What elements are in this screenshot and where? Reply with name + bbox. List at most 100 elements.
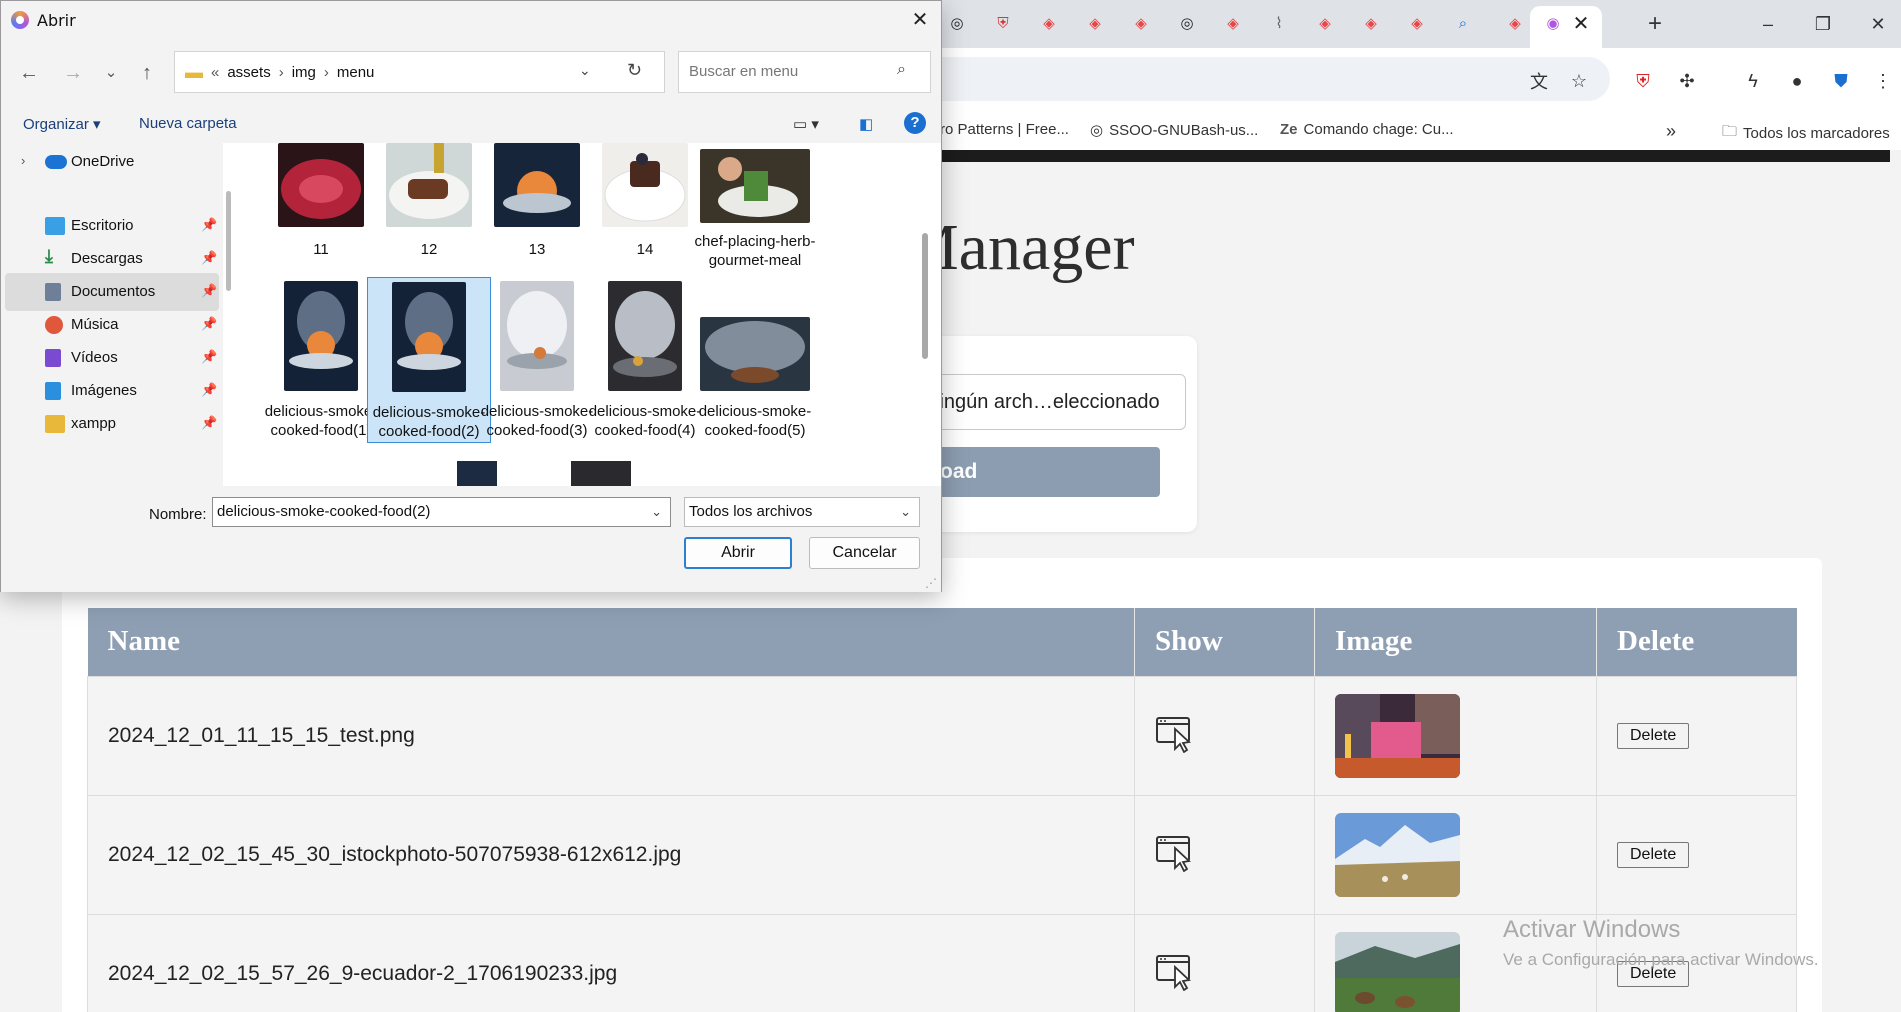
- recent-locations-icon[interactable]: ⌄: [97, 59, 125, 87]
- delete-button[interactable]: Delete: [1617, 842, 1690, 868]
- file-thumbnail: [602, 143, 688, 227]
- show-icon[interactable]: [1155, 713, 1195, 753]
- file-item[interactable]: 11: [259, 143, 383, 259]
- file-type-select[interactable]: Todos los archivos ⌄: [684, 497, 920, 527]
- extension-shield-icon[interactable]: ⛨: [1630, 68, 1656, 94]
- watermark-title: Activar Windows: [1503, 916, 1681, 943]
- shield-tab-icon[interactable]: ⛨: [992, 12, 1014, 34]
- minimize-icon[interactable]: –: [1753, 10, 1783, 38]
- close-tab-icon[interactable]: ✕: [1570, 12, 1592, 35]
- navigation-scrollbar[interactable]: [226, 191, 231, 291]
- column-header-show: Show: [1134, 608, 1315, 676]
- thumbnail-image: [1335, 693, 1460, 778]
- bitwarden-icon[interactable]: ⛊: [1828, 68, 1854, 94]
- new-tab-icon[interactable]: +: [1640, 10, 1670, 38]
- chevron-down-icon[interactable]: ⌄: [900, 498, 911, 526]
- file-thumbnail: [700, 317, 810, 391]
- column-header-delete: Delete: [1596, 608, 1797, 676]
- file-item[interactable]: delicious-smoke-cooked-food(4): [583, 281, 707, 440]
- delete-cell: Delete: [1596, 675, 1797, 796]
- file-item[interactable]: delicious-smoke-cooked-food(2): [367, 277, 491, 443]
- address-bar[interactable]: [900, 57, 1610, 101]
- file-item[interactable]: 13: [475, 143, 599, 259]
- file-item[interactable]: delicious-smoke-cooked-food(1): [259, 281, 383, 440]
- pulse-tab-icon[interactable]: ⌇: [1268, 12, 1290, 34]
- menu-icon[interactable]: ⋮: [1870, 68, 1896, 94]
- view-options-icon[interactable]: ▭ ▾: [793, 115, 819, 133]
- show-icon[interactable]: [1155, 951, 1195, 991]
- laravel-tab-icon[interactable]: ◈: [1406, 12, 1428, 34]
- close-icon[interactable]: ✕: [905, 5, 935, 35]
- forward-icon[interactable]: →: [59, 59, 87, 87]
- show-cell: [1134, 675, 1315, 796]
- help-icon[interactable]: ?: [904, 112, 926, 134]
- globe-icon[interactable]: ◎: [946, 12, 968, 34]
- profile-icon[interactable]: ●: [1784, 68, 1810, 94]
- laravel-tab-icon[interactable]: ◈: [1360, 12, 1382, 34]
- back-icon[interactable]: ←: [15, 59, 43, 87]
- show-icon[interactable]: [1155, 832, 1195, 872]
- breadcrumb-item[interactable]: img: [292, 64, 316, 81]
- file-list-scrollbar[interactable]: [922, 233, 928, 359]
- active-tab[interactable]: ◉ ✕: [1530, 6, 1602, 48]
- laravel-tab-icon[interactable]: ◈: [1222, 12, 1244, 34]
- address-breadcrumb[interactable]: ▬ « assets › img › menu ⌄ ↻: [174, 51, 665, 93]
- file-input[interactable]: Ningún arch…eleccionado: [900, 374, 1186, 430]
- up-folder-icon[interactable]: ↑: [133, 59, 161, 87]
- star-icon[interactable]: ☆: [1566, 68, 1592, 94]
- window-close-icon[interactable]: ✕: [1863, 10, 1893, 38]
- file-thumbnail-partial[interactable]: [571, 461, 631, 486]
- file-item[interactable]: delicious-smoke-cooked-food(5): [693, 281, 817, 440]
- watermark-subtitle: Ve a Configuración para activar Windows.: [1503, 950, 1819, 969]
- search-input[interactable]: Buscar en menu: [678, 51, 931, 93]
- globe-icon[interactable]: ◎: [1176, 12, 1198, 34]
- all-bookmarks[interactable]: 🗀 Todos los marcadores: [1722, 121, 1890, 146]
- folder-icon: [45, 415, 65, 433]
- bookmark-item[interactable]: Ze Comando chage: Cu...: [1280, 121, 1454, 138]
- file-item[interactable]: 12: [367, 143, 491, 259]
- upload-card: [900, 336, 1197, 532]
- laravel-tab-icon[interactable]: ◈: [1314, 12, 1336, 34]
- delete-button[interactable]: Delete: [1617, 723, 1690, 749]
- nav-item-xampp[interactable]: xampp 📌: [5, 405, 219, 443]
- breadcrumb-item[interactable]: menu: [337, 64, 375, 81]
- file-name-field[interactable]: delicious-smoke-cooked-food(2) ⌄: [212, 497, 671, 527]
- nav-item-onedrive[interactable]: › OneDrive: [5, 143, 219, 181]
- chevron-down-icon[interactable]: ⌄: [579, 62, 591, 79]
- dialog-footer: Nombre: delicious-smoke-cooked-food(2) ⌄…: [1, 486, 941, 592]
- resize-grip-icon[interactable]: ⋰: [925, 576, 937, 590]
- laravel-tab-icon[interactable]: ◈: [1038, 12, 1060, 34]
- refresh-icon[interactable]: ↻: [627, 60, 642, 81]
- chevron-right-icon[interactable]: ›: [21, 153, 25, 168]
- file-item[interactable]: chef-placing-herb-gourmet-meal: [693, 143, 817, 270]
- pin-icon: 📌: [201, 349, 218, 364]
- new-folder-button[interactable]: Nueva carpeta: [139, 115, 237, 132]
- cancel-button[interactable]: Cancelar: [809, 537, 920, 569]
- preview-pane-icon[interactable]: ◧: [859, 115, 873, 133]
- organize-button[interactable]: Organizar ▾: [23, 115, 101, 133]
- open-button[interactable]: Abrir: [684, 537, 792, 569]
- file-thumbnail: [500, 281, 574, 391]
- pin-icon: 📌: [201, 382, 218, 397]
- search-tab-icon[interactable]: ⌕: [1452, 12, 1474, 34]
- file-item[interactable]: delicious-smoke-cooked-food(3): [475, 281, 599, 440]
- translate-icon[interactable]: ⽂: [1526, 68, 1552, 94]
- laravel-tab-icon[interactable]: ◈: [1130, 12, 1152, 34]
- breadcrumb-item[interactable]: assets: [227, 64, 270, 81]
- file-list-pane: 11 12 13 14 chef-placing-herb-gourmet-me…: [237, 143, 933, 486]
- extensions-icon[interactable]: ✣: [1674, 68, 1700, 94]
- file-item[interactable]: 14: [583, 143, 707, 259]
- bookmark-item[interactable]: ro Patterns | Free...: [940, 121, 1069, 138]
- breadcrumb-overflow[interactable]: «: [211, 64, 219, 81]
- performance-icon[interactable]: ϟ: [1740, 68, 1766, 94]
- laravel-tab-icon[interactable]: ◈: [1084, 12, 1106, 34]
- thumbnail-image: [1335, 812, 1460, 897]
- restore-icon[interactable]: ❐: [1808, 10, 1838, 38]
- file-thumbnail-partial[interactable]: [457, 461, 497, 486]
- chevron-down-icon[interactable]: ⌄: [651, 498, 662, 526]
- laravel-tab-icon[interactable]: ◈: [1504, 12, 1526, 34]
- file-name-cell: 2024_12_02_15_57_26_9-ecuador-2_17061902…: [87, 913, 1135, 1012]
- more-bookmarks-icon[interactable]: »: [1666, 121, 1676, 142]
- search-icon[interactable]: ⌕: [897, 61, 906, 79]
- bookmark-item[interactable]: ◎ SSOO-GNUBash-us...: [1090, 121, 1258, 140]
